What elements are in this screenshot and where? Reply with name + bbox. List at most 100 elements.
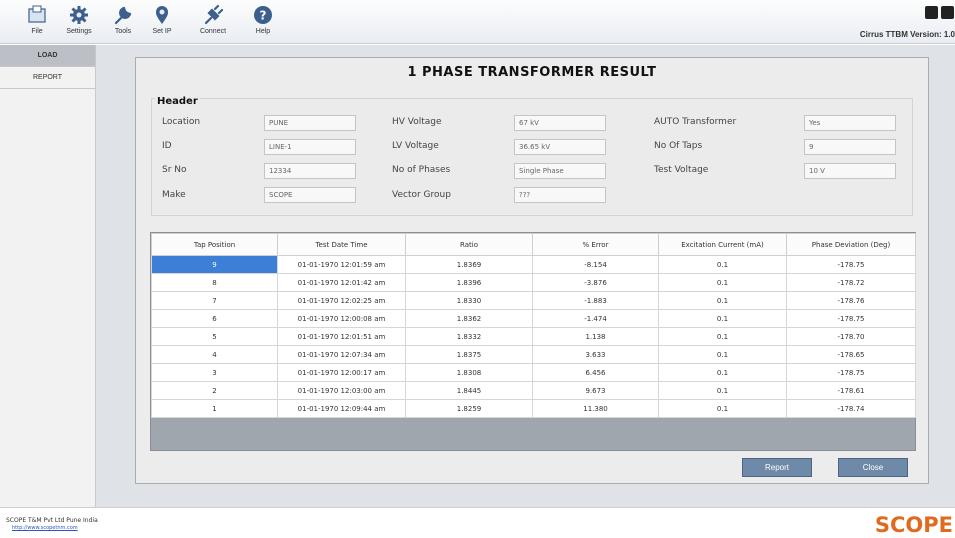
table-cell[interactable]: -178.74 xyxy=(786,399,916,418)
table-cell[interactable]: 2 xyxy=(151,381,278,400)
table-cell[interactable]: -178.65 xyxy=(786,345,916,364)
table-cell[interactable]: 0.1 xyxy=(658,309,787,328)
table-cell[interactable]: 3 xyxy=(151,363,278,382)
column-header[interactable]: Excitation Current (mA) xyxy=(658,233,787,256)
table-cell[interactable]: 01-01-1970 12:00:17 am xyxy=(277,363,406,382)
vector-group-label: Vector Group xyxy=(392,190,451,200)
table-cell[interactable]: 9.673 xyxy=(532,381,659,400)
table-cell[interactable]: -1.474 xyxy=(532,309,659,328)
table-cell[interactable]: 1.8259 xyxy=(405,399,533,418)
table-cell[interactable]: 6.456 xyxy=(532,363,659,382)
close-window-button[interactable] xyxy=(941,6,954,19)
company-name: SCOPE T&M Pvt Ltd Pune India xyxy=(6,517,98,524)
table-cell[interactable]: 1.8330 xyxy=(405,291,533,310)
table-cell[interactable]: 0.1 xyxy=(658,273,787,292)
table-cell[interactable]: -178.76 xyxy=(786,291,916,310)
table-cell[interactable]: 01-01-1970 12:01:42 am xyxy=(277,273,406,292)
settings-button[interactable]: Settings xyxy=(61,4,97,35)
table-cell[interactable]: 01-01-1970 12:01:59 am xyxy=(277,255,406,274)
column-header[interactable]: % Error xyxy=(532,233,659,256)
column-header[interactable]: Ratio xyxy=(405,233,533,256)
table-cell[interactable]: 1.138 xyxy=(532,327,659,346)
table-cell[interactable]: 01-01-1970 12:09:44 am xyxy=(277,399,406,418)
table-cell[interactable]: -1.883 xyxy=(532,291,659,310)
table-cell[interactable]: 11.380 xyxy=(532,399,659,418)
table-cell[interactable]: -178.75 xyxy=(786,309,916,328)
column-header[interactable]: Test Date Time xyxy=(277,233,406,256)
table-row[interactable]: 2 01-01-1970 12:03:00 am 1.8445 9.673 0.1 -17… xyxy=(151,381,916,400)
table-cell[interactable]: -3.876 xyxy=(532,273,659,292)
table-cell[interactable]: 5 xyxy=(151,327,278,346)
table-cell[interactable]: 4 xyxy=(151,345,278,364)
tools-button[interactable]: Tools xyxy=(105,4,141,35)
table-row[interactable]: 7 01-01-1970 12:02:25 am 1.8330 -1.883 0.1 -1… xyxy=(151,291,916,310)
vector-group-field[interactable]: ??? xyxy=(514,187,606,203)
table-row[interactable]: 6 01-01-1970 12:00:08 am 1.8362 -1.474 0.1 -1… xyxy=(151,309,916,328)
file-button[interactable]: File xyxy=(19,4,55,35)
table-cell[interactable]: -178.72 xyxy=(786,273,916,292)
table-cell[interactable]: 9 xyxy=(151,255,278,274)
hv-voltage-field[interactable]: 67 kV xyxy=(514,115,606,131)
toolbar: File Settings Tools Set IP Connect ? Hel… xyxy=(0,0,955,44)
table-cell[interactable]: -178.61 xyxy=(786,381,916,400)
close-button[interactable]: Close xyxy=(838,458,908,477)
table-cell[interactable]: 1.8369 xyxy=(405,255,533,274)
column-header[interactable]: Tap Position xyxy=(151,233,278,256)
table-cell[interactable]: 0.1 xyxy=(658,363,787,382)
table-cell[interactable]: 0.1 xyxy=(658,345,787,364)
table-cell[interactable]: 1 xyxy=(151,399,278,418)
table-cell[interactable]: 6 xyxy=(151,309,278,328)
table-cell[interactable]: 0.1 xyxy=(658,291,787,310)
sr-no-field[interactable]: 12334 xyxy=(264,163,356,179)
table-cell[interactable]: 0.1 xyxy=(658,399,787,418)
table-cell[interactable]: 01-01-1970 12:00:08 am xyxy=(277,309,406,328)
table-cell[interactable]: 0.1 xyxy=(658,327,787,346)
sidebar-tab-report[interactable]: REPORT xyxy=(0,67,95,89)
location-field[interactable]: PUNE xyxy=(264,115,356,131)
minimize-button[interactable] xyxy=(925,6,938,19)
table-cell[interactable]: 0.1 xyxy=(658,381,787,400)
website-link[interactable]: http://www.scopetnm.com xyxy=(12,525,78,531)
table-cell[interactable]: 3.633 xyxy=(532,345,659,364)
table-cell[interactable]: -178.75 xyxy=(786,363,916,382)
auto-transformer-field[interactable]: Yes xyxy=(804,115,896,131)
table-row[interactable]: 5 01-01-1970 12:01:51 am 1.8332 1.138 0.1 -17… xyxy=(151,327,916,346)
table-row[interactable]: 1 01-01-1970 12:09:44 am 1.8259 11.380 0.1 -1… xyxy=(151,399,916,418)
column-header[interactable]: Phase Deviation (Deg) xyxy=(786,233,916,256)
table-cell[interactable]: 1.8332 xyxy=(405,327,533,346)
no-of-phases-field[interactable]: Single Phase xyxy=(514,163,606,179)
table-cell[interactable]: -178.70 xyxy=(786,327,916,346)
table-cell[interactable]: -178.75 xyxy=(786,255,916,274)
table-row[interactable]: 9 01-01-1970 12:01:59 am 1.8369 -8.154 0.1 -1… xyxy=(151,255,916,274)
table-row[interactable]: 8 01-01-1970 12:01:42 am 1.8396 -3.876 0.1 -1… xyxy=(151,273,916,292)
table-row[interactable]: 4 01-01-1970 12:07:34 am 1.8375 3.633 0.1 -17… xyxy=(151,345,916,364)
report-button[interactable]: Report xyxy=(742,458,812,477)
table-cell[interactable]: 01-01-1970 12:03:00 am xyxy=(277,381,406,400)
table-cell[interactable]: -8.154 xyxy=(532,255,659,274)
table-row[interactable]: 3 01-01-1970 12:00:17 am 1.8308 6.456 0.1 -17… xyxy=(151,363,916,382)
table-cell[interactable]: 1.8362 xyxy=(405,309,533,328)
table-cell[interactable]: 1.8375 xyxy=(405,345,533,364)
version-text: Cirrus TTBM Version: 1.0 xyxy=(859,30,955,39)
table-cell[interactable]: 8 xyxy=(151,273,278,292)
results-table: Tap Position Test Date Time Ratio % Erro… xyxy=(151,233,916,418)
table-cell[interactable]: 7 xyxy=(151,291,278,310)
table-cell[interactable]: 1.8445 xyxy=(405,381,533,400)
header-group: Header Location PUNE ID LINE-1 Sr No 123… xyxy=(151,96,913,216)
id-field[interactable]: LINE-1 xyxy=(264,139,356,155)
table-cell[interactable]: 0.1 xyxy=(658,255,787,274)
help-button[interactable]: ? Help xyxy=(245,4,281,35)
table-cell[interactable]: 01-01-1970 12:01:51 am xyxy=(277,327,406,346)
table-cell[interactable]: 01-01-1970 12:07:34 am xyxy=(277,345,406,364)
table-cell[interactable]: 01-01-1970 12:02:25 am xyxy=(277,291,406,310)
test-voltage-field[interactable]: 10 V xyxy=(804,163,896,179)
sidebar-tab-load[interactable]: LOAD xyxy=(0,45,95,67)
no-of-taps-label: No Of Taps xyxy=(654,141,703,151)
table-cell[interactable]: 1.8308 xyxy=(405,363,533,382)
lv-voltage-field[interactable]: 36.65 kV xyxy=(514,139,606,155)
no-of-taps-field[interactable]: 9 xyxy=(804,139,896,155)
make-field[interactable]: SCOPE xyxy=(264,187,356,203)
table-cell[interactable]: 1.8396 xyxy=(405,273,533,292)
set-ip-button[interactable]: Set IP xyxy=(144,4,180,35)
connect-button[interactable]: Connect xyxy=(195,4,231,35)
